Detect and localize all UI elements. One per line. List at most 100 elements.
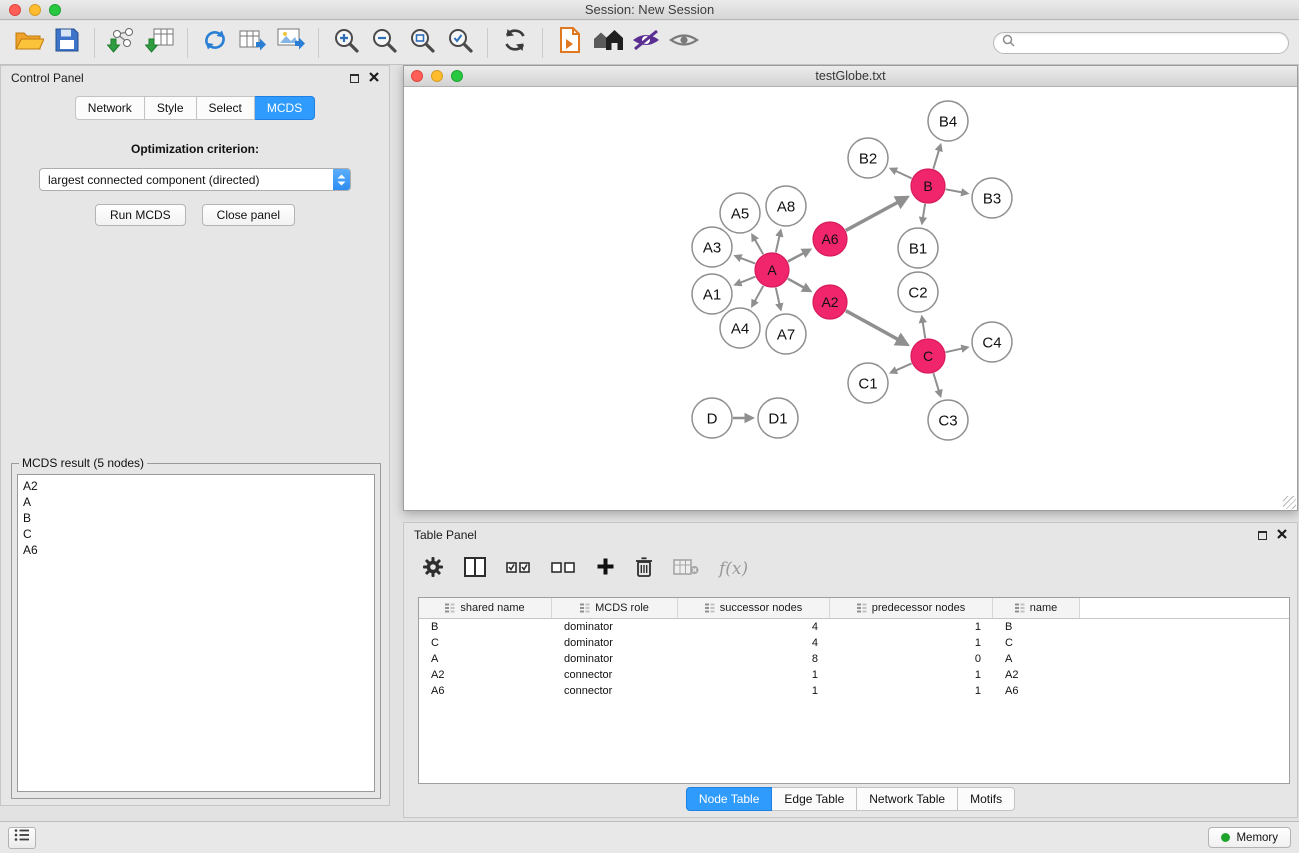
graph-node-C4[interactable]: C4	[972, 322, 1012, 362]
table-cell[interactable]: A6	[419, 685, 552, 697]
graph-edge-A-A7[interactable]	[776, 288, 781, 310]
graph-node-C1[interactable]: C1	[848, 363, 888, 403]
close-panel-icon[interactable]	[1277, 528, 1287, 542]
graph-edge-C-C3[interactable]	[933, 373, 940, 396]
graph-node-D[interactable]: D	[692, 398, 732, 438]
search-box[interactable]	[993, 32, 1289, 54]
table-cell[interactable]: 1	[678, 669, 830, 681]
zoom-selected-button[interactable]	[441, 24, 479, 62]
export-image-button[interactable]	[272, 24, 310, 62]
show-column-button[interactable]	[464, 557, 486, 582]
tab-select[interactable]: Select	[197, 96, 255, 120]
network-window-titlebar[interactable]: testGlobe.txt	[404, 66, 1297, 87]
import-table-button[interactable]	[141, 24, 179, 62]
graph-node-A6[interactable]: A6	[813, 222, 847, 256]
graph-edge-A-A4[interactable]	[752, 286, 763, 306]
table-cell[interactable]: connector	[552, 685, 678, 697]
graph-node-C[interactable]: C	[911, 339, 945, 373]
float-panel-icon[interactable]	[1258, 531, 1267, 540]
graph-node-A1[interactable]: A1	[692, 274, 732, 314]
sort-icon[interactable]	[445, 603, 455, 613]
graph-node-A2[interactable]: A2	[813, 285, 847, 319]
table-cell[interactable]: A6	[993, 685, 1080, 697]
mcds-result-list[interactable]: A2ABCA6	[17, 474, 375, 792]
open-session-button[interactable]	[10, 24, 48, 62]
mcds-result-item[interactable]: B	[23, 510, 369, 526]
table-cell[interactable]: 0	[830, 653, 993, 665]
run-mcds-button[interactable]: Run MCDS	[95, 204, 186, 226]
graph-node-B[interactable]: B	[911, 169, 945, 203]
table-cell[interactable]: dominator	[552, 637, 678, 649]
table-row[interactable]: Bdominator41B	[419, 619, 1289, 635]
graph-edge-B-B3[interactable]	[946, 189, 968, 193]
table-cell[interactable]: dominator	[552, 621, 678, 633]
table-cell[interactable]: 4	[678, 621, 830, 633]
delete-table-button[interactable]	[673, 558, 699, 581]
table-cell[interactable]: connector	[552, 669, 678, 681]
table-cell[interactable]: 1	[830, 685, 993, 697]
graph-edge-C-C1[interactable]	[891, 363, 912, 372]
table-cell[interactable]: 1	[830, 669, 993, 681]
zoom-fit-button[interactable]	[403, 24, 441, 62]
sort-icon[interactable]	[857, 603, 867, 613]
zoom-in-button[interactable]	[327, 24, 365, 62]
table-cell[interactable]: B	[993, 621, 1080, 633]
graph-node-A4[interactable]: A4	[720, 308, 760, 348]
task-history-button[interactable]	[8, 827, 36, 849]
resize-grip[interactable]	[1283, 496, 1296, 509]
table-row[interactable]: A6connector11A6	[419, 683, 1289, 699]
table-cell[interactable]: 1	[830, 637, 993, 649]
table-row[interactable]: Adominator80A	[419, 651, 1289, 667]
close-view-button[interactable]	[411, 70, 423, 82]
graph-node-B3[interactable]: B3	[972, 178, 1012, 218]
table-cell[interactable]: C	[993, 637, 1080, 649]
export-network-button[interactable]	[196, 24, 234, 62]
network-canvas[interactable]: AA6A2BCA5A8A3A1A4A7B2B4B3B1C2C4C1C3DD1	[404, 87, 1297, 510]
table-row[interactable]: A2connector11A2	[419, 667, 1289, 683]
mcds-result-item[interactable]: A2	[23, 478, 369, 494]
graph-edge-C-C4[interactable]	[946, 347, 968, 352]
sort-icon[interactable]	[705, 603, 715, 613]
graph-node-B2[interactable]: B2	[848, 138, 888, 178]
graph-node-A8[interactable]: A8	[766, 186, 806, 226]
graph-edge-A-A3[interactable]	[735, 256, 755, 264]
table-cell[interactable]: 8	[678, 653, 830, 665]
graph-node-A7[interactable]: A7	[766, 314, 806, 354]
unselect-all-button[interactable]	[551, 559, 576, 580]
graph-node-A5[interactable]: A5	[720, 193, 760, 233]
table-cell[interactable]: 1	[678, 685, 830, 697]
graph-edge-A-A5[interactable]	[752, 235, 763, 255]
close-panel-icon[interactable]	[369, 71, 379, 85]
show-panels-button[interactable]	[589, 24, 627, 62]
tab-edge-table[interactable]: Edge Table	[772, 787, 857, 811]
table-cell[interactable]: B	[419, 621, 552, 633]
memory-button[interactable]: Memory	[1208, 827, 1291, 848]
tab-mcds[interactable]: MCDS	[255, 96, 315, 120]
column-header-MCDS-role[interactable]: MCDS role	[552, 598, 678, 618]
table-cell[interactable]: A2	[993, 669, 1080, 681]
hide-annotations-button[interactable]	[627, 24, 665, 62]
tab-network-table[interactable]: Network Table	[857, 787, 958, 811]
graph-node-B4[interactable]: B4	[928, 101, 968, 141]
node-table[interactable]: shared nameMCDS rolesuccessor nodesprede…	[418, 597, 1290, 784]
sort-icon[interactable]	[1015, 603, 1025, 613]
search-input[interactable]	[1020, 36, 1280, 50]
network-graph[interactable]: AA6A2BCA5A8A3A1A4A7B2B4B3B1C2C4C1C3DD1	[404, 87, 1297, 510]
graph-node-D1[interactable]: D1	[758, 398, 798, 438]
table-cell[interactable]: C	[419, 637, 552, 649]
graph-edge-A-A8[interactable]	[776, 230, 781, 252]
close-panel-button[interactable]: Close panel	[202, 204, 295, 226]
graph-edge-B-B4[interactable]	[933, 145, 940, 169]
mcds-result-item[interactable]: C	[23, 526, 369, 542]
graph-edge-B-B1[interactable]	[922, 204, 925, 224]
tab-style[interactable]: Style	[145, 96, 197, 120]
tab-node-table[interactable]: Node Table	[686, 787, 773, 811]
graph-edge-A2-C[interactable]	[846, 311, 907, 345]
mcds-result-item[interactable]: A	[23, 494, 369, 510]
table-row[interactable]: Cdominator41C	[419, 635, 1289, 651]
table-cell[interactable]: dominator	[552, 653, 678, 665]
column-header-name[interactable]: name	[993, 598, 1080, 618]
graph-edge-B-B2[interactable]	[891, 169, 912, 179]
import-network-button[interactable]	[103, 24, 141, 62]
table-cell[interactable]: A	[993, 653, 1080, 665]
